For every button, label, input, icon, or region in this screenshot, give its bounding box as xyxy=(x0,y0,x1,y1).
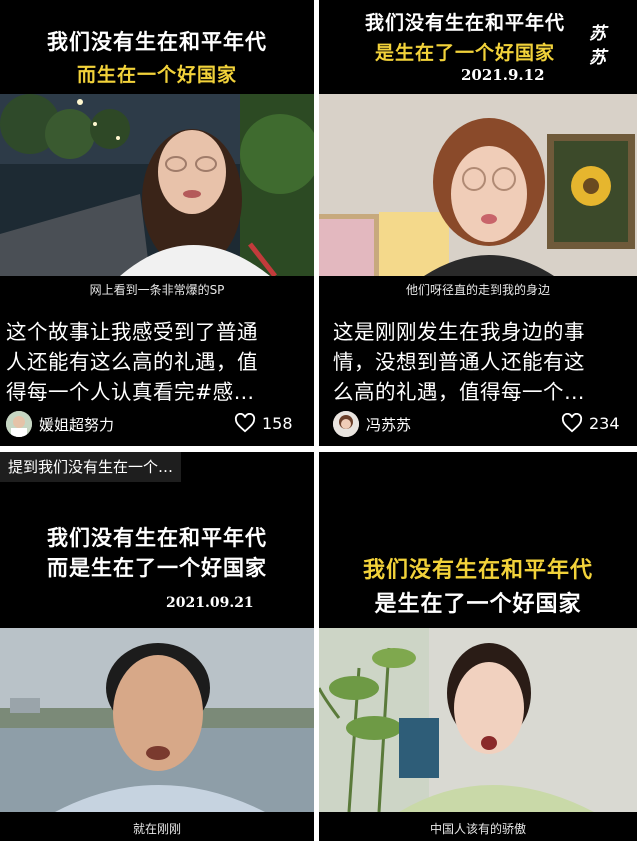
headline-line-2: 而生在一个好国家 xyxy=(76,64,237,86)
video-description[interactable]: 这个故事让我感受到了普通 人还能有这么高的礼遇，值 得每一个人认真看完#感… xyxy=(6,317,306,407)
heart-outline-icon[interactable] xyxy=(561,413,583,433)
video-thumbnail[interactable] xyxy=(319,94,637,276)
video-thumbnail[interactable] xyxy=(0,628,314,812)
video-thumbnail[interactable] xyxy=(319,628,637,812)
author-name[interactable]: 媛姐超努力 xyxy=(39,414,114,435)
headline-line-1: 我们没有生在和平年代 xyxy=(362,558,593,583)
description-line: 人还能有这么高的礼遇，值 xyxy=(6,350,258,374)
video-card-3[interactable]: 提到我们没有生在一个… 我们没有生在和平年代 而是生在了一个好国家 2021.0… xyxy=(0,452,314,841)
video-date: 2021.09.21 xyxy=(166,595,254,611)
video-caption: 就在刚刚 xyxy=(132,822,181,836)
description-line: 得每一个人认真看完#感… xyxy=(6,380,255,404)
like-count[interactable]: 158 xyxy=(234,413,293,433)
video-card-2[interactable]: 我们没有生在和平年代 是生在了一个好国家 2021.9.12 苏苏 他们呀径直的… xyxy=(319,0,637,446)
topic-tag[interactable]: 提到我们没有生在一个… xyxy=(0,452,182,482)
like-count[interactable]: 234 xyxy=(561,413,620,433)
description-line: 情，没想到普通人还能有这 xyxy=(333,350,585,374)
like-count-value: 158 xyxy=(262,413,293,433)
author-info[interactable]: 媛姐超努力 xyxy=(6,411,114,437)
video-caption: 网上看到一条非常爆的SP xyxy=(89,283,225,297)
video-card-4[interactable]: 我们没有生在和平年代 是生在了一个好国家 中国人该有的骄傲 xyxy=(319,452,637,841)
video-card-1[interactable]: 我们没有生在和平年代 而生在一个好国家 网上看到一条非常爆的SP 这个故事让我感… xyxy=(0,0,314,446)
description-line: 这个故事让我感受到了普通 xyxy=(6,320,258,344)
like-count-value: 234 xyxy=(589,413,620,433)
video-thumbnail[interactable] xyxy=(0,94,314,276)
avatar[interactable] xyxy=(333,411,359,437)
video-caption: 中国人该有的骄傲 xyxy=(429,822,526,836)
video-caption: 他们呀径直的走到我的身边 xyxy=(405,283,550,297)
video-date: 2021.9.12 xyxy=(461,66,545,84)
headline-line-2: 而是生在了一个好国家 xyxy=(47,556,267,580)
headline-line-2: 是生在了一个好国家 xyxy=(374,592,582,617)
headline-line-1: 我们没有生在和平年代 xyxy=(47,30,267,54)
description-line: 么高的礼遇，值得每一个… xyxy=(333,380,585,404)
author-name[interactable]: 冯苏苏 xyxy=(366,414,411,435)
heart-outline-icon[interactable] xyxy=(234,413,256,433)
signature: 苏苏 xyxy=(589,24,606,68)
avatar[interactable] xyxy=(6,411,32,437)
description-line: 这是刚刚发生在我身边的事 xyxy=(333,320,585,344)
headline-line-1: 我们没有生在和平年代 xyxy=(47,526,267,550)
video-description[interactable]: 这是刚刚发生在我身边的事 情，没想到普通人还能有这 么高的礼遇，值得每一个… xyxy=(333,317,629,407)
author-info[interactable]: 冯苏苏 xyxy=(333,411,411,437)
